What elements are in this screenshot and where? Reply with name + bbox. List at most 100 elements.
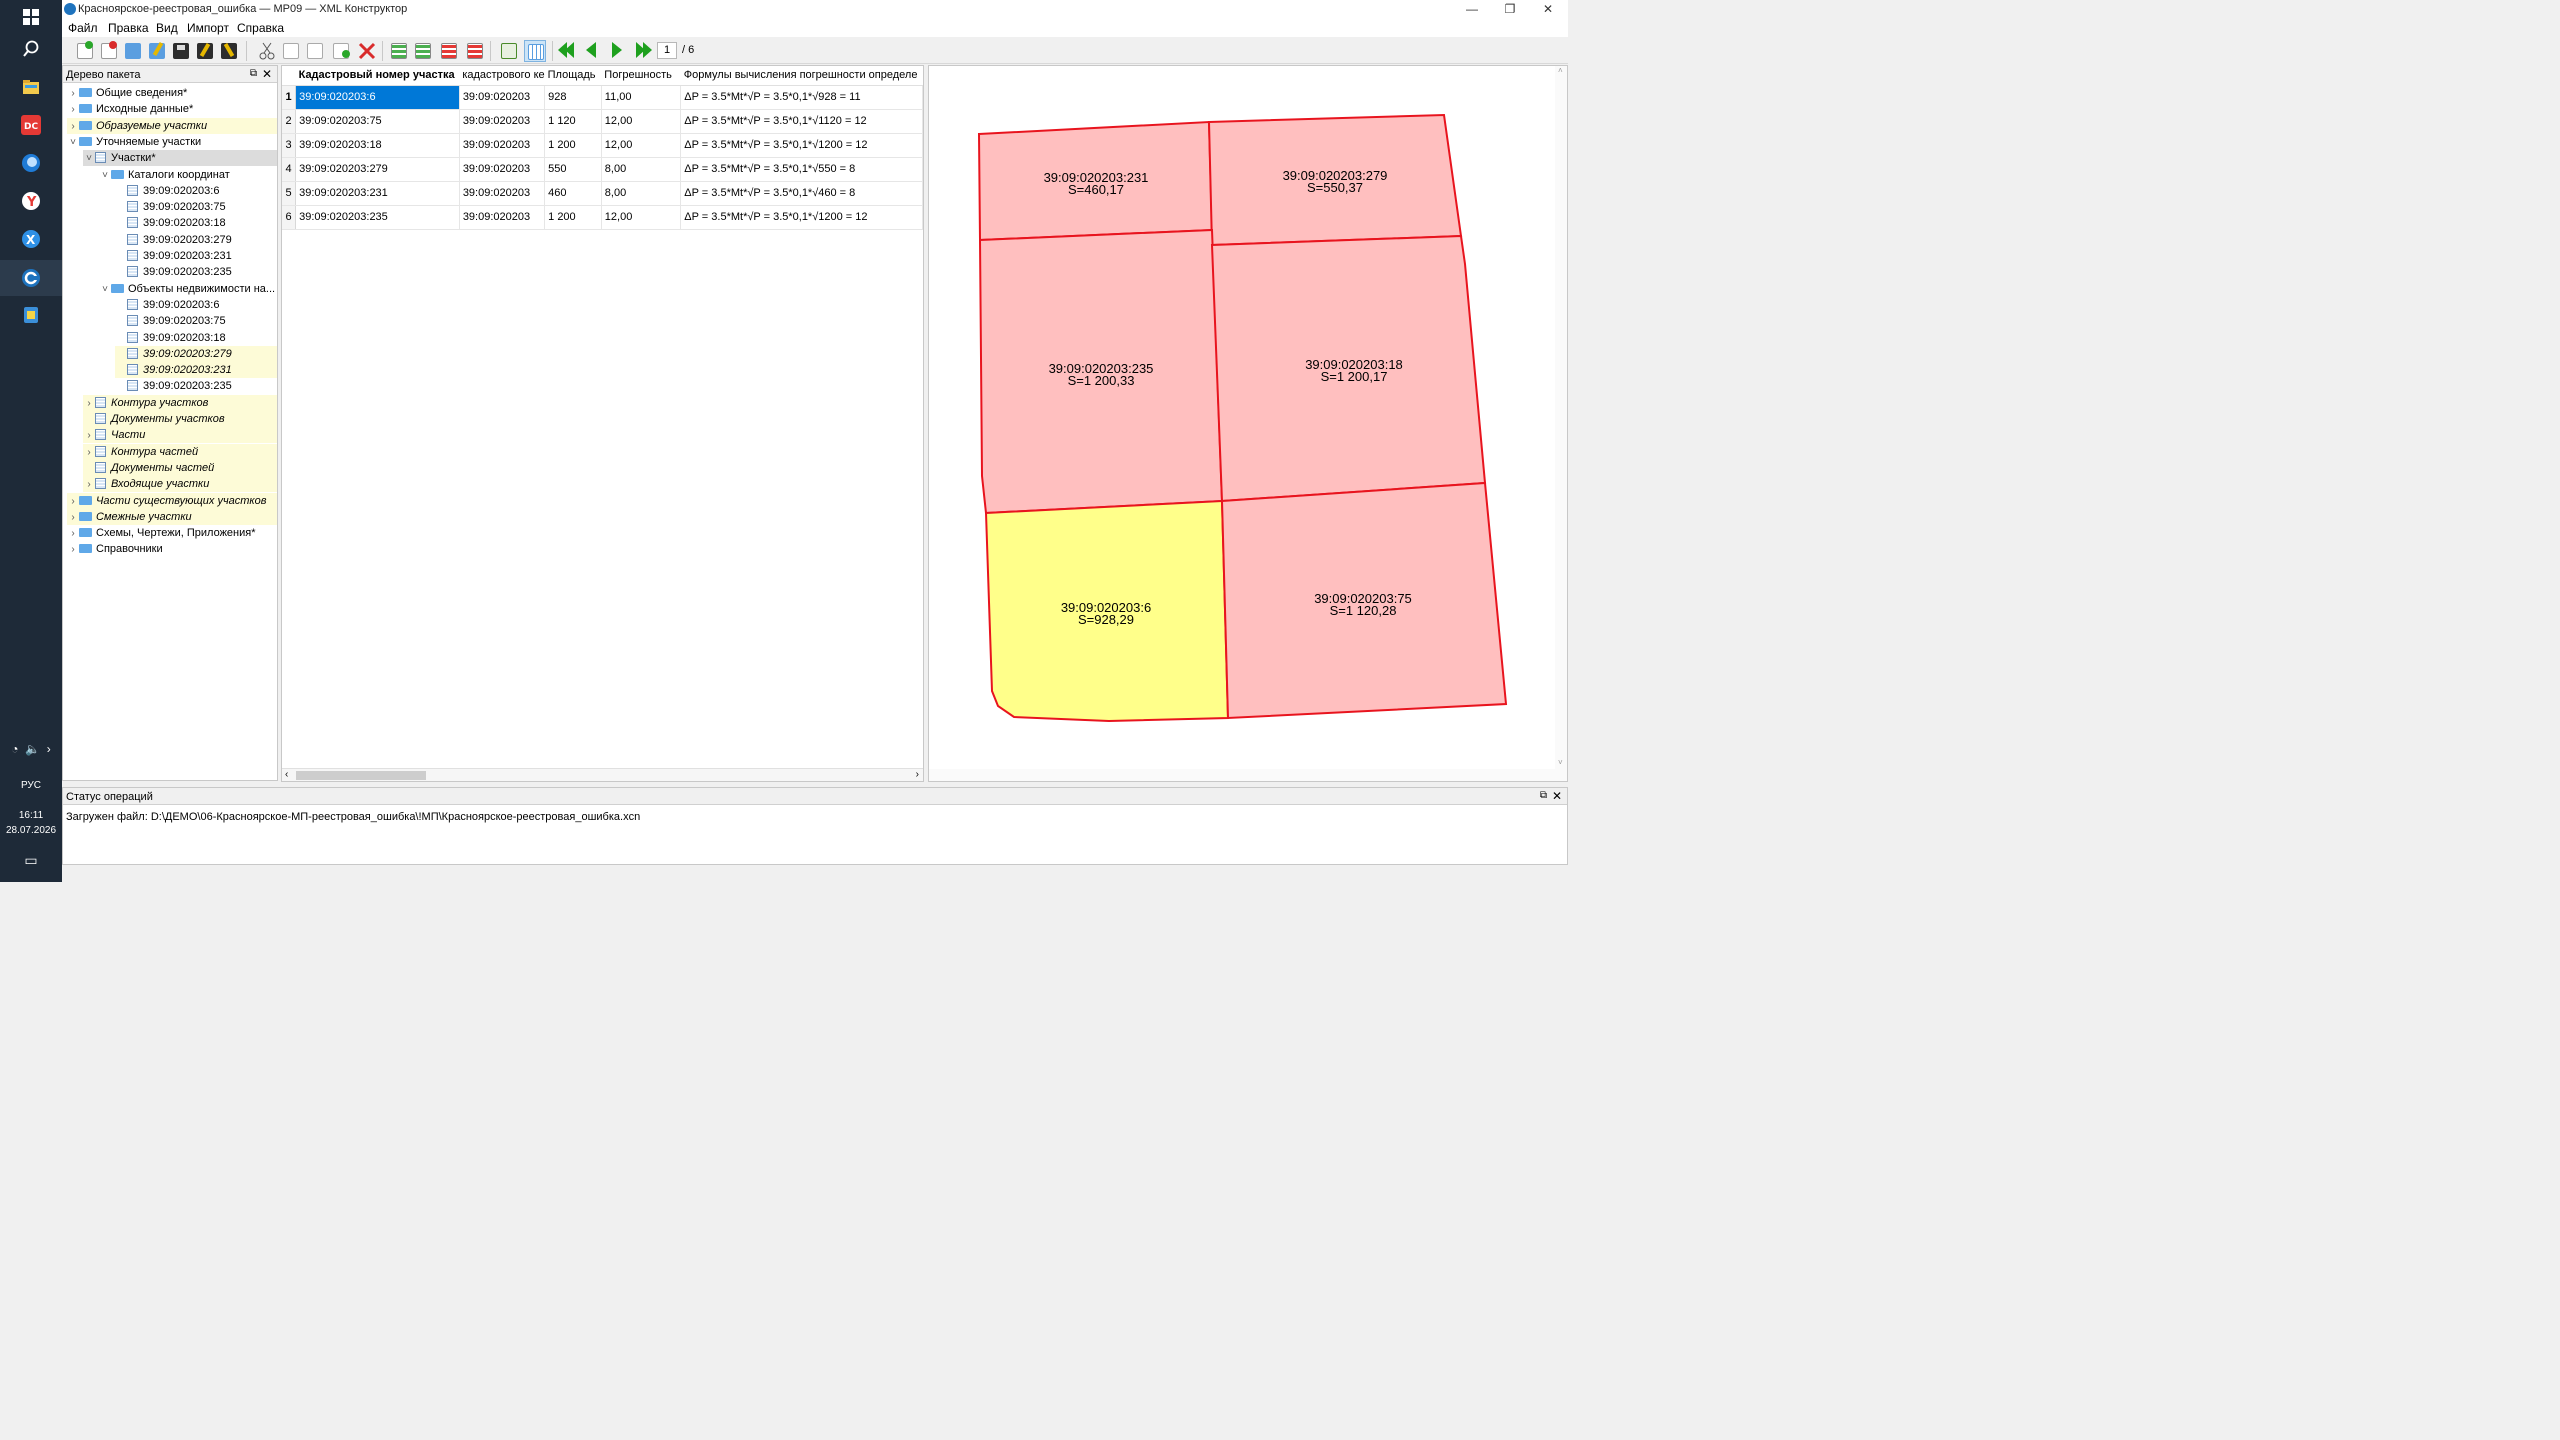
tree-node[interactable]: 39:09:020203:235: [115, 378, 277, 394]
map-parcel[interactable]: 39:09:020203:231S=460,17: [977, 120, 1214, 242]
tree-node[interactable]: Документы участков: [83, 411, 277, 427]
chevron-right-icon[interactable]: ›: [67, 494, 79, 510]
tree-node[interactable]: › Справочники: [67, 541, 277, 557]
tree-node[interactable]: › Исходные данные*: [67, 101, 277, 117]
chevron-down-icon[interactable]: ˅: [99, 168, 111, 184]
table-view-button[interactable]: [524, 40, 546, 62]
scroll-right-icon[interactable]: ›: [916, 769, 919, 780]
notes-app-icon[interactable]: [14, 298, 48, 332]
cell-error[interactable]: 12,00: [601, 205, 682, 230]
cell-error[interactable]: 12,00: [601, 109, 682, 134]
row-number[interactable]: 3: [282, 133, 297, 158]
cell-area[interactable]: 1 200: [544, 133, 602, 158]
tree-node[interactable]: ˅ Уточняемые участки: [67, 134, 277, 150]
chevron-down-icon[interactable]: ˅: [83, 151, 95, 167]
chevron-right-icon[interactable]: ›: [83, 445, 95, 461]
copy-button[interactable]: [280, 40, 302, 62]
tree-node[interactable]: ˅ Объекты недвижимости на...: [99, 281, 277, 297]
windows-start-icon[interactable]: [14, 0, 48, 34]
column-header-formula[interactable]: Формулы вычисления погрешности определе: [680, 66, 923, 86]
chevron-right-icon[interactable]: ›: [67, 526, 79, 542]
cell-error[interactable]: 8,00: [601, 157, 682, 182]
scroll-up-icon[interactable]: ˄: [1558, 66, 1563, 75]
yandex-browser-icon[interactable]: Y: [14, 184, 48, 218]
close-button[interactable]: ✕: [1530, 0, 1566, 19]
tree-node[interactable]: ˅ Каталоги координат: [99, 167, 277, 183]
language-indicator[interactable]: РУС: [0, 780, 62, 791]
cut-button[interactable]: [256, 40, 278, 62]
map-parcel[interactable]: 39:09:020203:75S=1 120,28: [1220, 481, 1508, 720]
table-row[interactable]: 1 39:09:020203:6 39:09:020203 928 11,00 ΔP = …: [282, 85, 923, 110]
cell-area[interactable]: 1 120: [544, 109, 602, 134]
float-panel-icon[interactable]: ⧉: [1540, 790, 1547, 801]
row-number[interactable]: 1: [282, 85, 297, 110]
add-item-button[interactable]: [330, 40, 352, 62]
tree-node[interactable]: › Части существующих участков: [67, 492, 277, 510]
tree-node[interactable]: 39:09:020203:231: [115, 248, 277, 264]
scroll-down-icon[interactable]: ˅: [1558, 758, 1563, 767]
cell-formula[interactable]: ΔP = 3.5*Mt*√P = 3.5*0,1*√550 = 8: [680, 157, 923, 182]
chevron-right-icon[interactable]: ›: [83, 428, 95, 444]
cell-cadastral-number[interactable]: 39:09:020203:279: [295, 157, 460, 182]
tree-node[interactable]: 39:09:020203:235: [115, 264, 277, 280]
new-file-button[interactable]: [74, 40, 96, 62]
menu-file[interactable]: Файл: [68, 21, 98, 35]
xml-constructor-icon[interactable]: [0, 260, 62, 296]
map-parcel[interactable]: 39:09:020203:6S=928,29: [984, 499, 1230, 723]
cell-formula[interactable]: ΔP = 3.5*Mt*√P = 3.5*0,1*√1120 = 12: [680, 109, 923, 134]
add-row-button[interactable]: [412, 40, 434, 62]
close-panel-icon[interactable]: ✕: [262, 67, 272, 81]
tree-node[interactable]: › Образуемые участки: [67, 117, 277, 135]
first-page-icon-part[interactable]: [565, 42, 574, 58]
prev-page-icon[interactable]: [586, 42, 596, 58]
column-header-error[interactable]: Погрешность: [601, 66, 681, 86]
clear-rows-button[interactable]: [464, 40, 486, 62]
file-explorer-icon[interactable]: [14, 70, 48, 104]
chevron-right-icon[interactable]: ›: [67, 510, 79, 526]
parcels-map[interactable]: 39:09:020203:231S=460,1739:09:020203:279…: [929, 66, 1557, 771]
cell-formula[interactable]: ΔP = 3.5*Mt*√P = 3.5*0,1*√1200 = 12: [680, 205, 923, 230]
menu-help[interactable]: Справка: [237, 21, 284, 35]
tree-node[interactable]: 39:09:020203:6: [115, 183, 277, 199]
save-as-button[interactable]: [218, 40, 240, 62]
tree-node[interactable]: 39:09:020203:279: [115, 232, 277, 248]
chevron-right-icon[interactable]: ›: [83, 477, 95, 493]
tree-node[interactable]: Документы частей: [83, 459, 277, 476]
cell-block-number[interactable]: 39:09:020203: [459, 205, 546, 230]
form-view-button[interactable]: [498, 40, 520, 62]
chevron-right-icon[interactable]: ›: [67, 86, 79, 102]
next-page-icon[interactable]: [612, 42, 622, 58]
table-row[interactable]: 2 39:09:020203:75 39:09:020203 1 120 12,00 ΔP…: [282, 109, 923, 134]
menu-view[interactable]: Вид: [156, 21, 178, 35]
chevron-down-icon[interactable]: ˅: [99, 282, 111, 298]
cell-area[interactable]: 460: [544, 181, 602, 206]
tree-node[interactable]: 39:09:020203:75: [115, 199, 277, 215]
cell-block-number[interactable]: 39:09:020203: [459, 109, 546, 134]
menu-edit[interactable]: Правка: [108, 21, 149, 35]
cell-block-number[interactable]: 39:09:020203: [459, 157, 546, 182]
row-number[interactable]: 5: [282, 181, 297, 206]
table-row[interactable]: 5 39:09:020203:231 39:09:020203 460 8,00 ΔP =…: [282, 181, 923, 206]
table-row[interactable]: 3 39:09:020203:18 39:09:020203 1 200 12,00 ΔP…: [282, 133, 923, 158]
thunderbird-icon[interactable]: [14, 146, 48, 180]
table-horizontal-scrollbar[interactable]: ‹ ›: [282, 768, 923, 781]
minimize-button[interactable]: —: [1454, 0, 1490, 19]
tree-node[interactable]: › Схемы, Чертежи, Приложения*: [67, 525, 277, 541]
cell-cadastral-number[interactable]: 39:09:020203:231: [295, 181, 460, 206]
tree-node[interactable]: 39:09:020203:18: [115, 330, 277, 346]
chevron-right-icon[interactable]: ›: [47, 742, 51, 756]
close-panel-icon[interactable]: ✕: [1552, 789, 1562, 803]
pdf-app-icon[interactable]: DC: [14, 108, 48, 142]
tree-node[interactable]: 39:09:020203:6: [115, 297, 277, 313]
map-vertical-scrollbar[interactable]: ˄ ˅: [1555, 66, 1567, 781]
cell-block-number[interactable]: 39:09:020203: [459, 85, 546, 110]
scroll-thumb[interactable]: [296, 771, 426, 780]
chevron-right-icon[interactable]: ›: [67, 119, 79, 135]
table-row[interactable]: 6 39:09:020203:235 39:09:020203 1 200 12,00 Δ…: [282, 205, 923, 230]
cell-area[interactable]: 550: [544, 157, 602, 182]
volume-icon[interactable]: 🔈: [25, 742, 40, 756]
cell-cadastral-number[interactable]: 39:09:020203:18: [295, 133, 460, 158]
map-horizontal-scrollbar[interactable]: [929, 769, 1557, 781]
cell-formula[interactable]: ΔP = 3.5*Mt*√P = 3.5*0,1*√460 = 8: [680, 181, 923, 206]
cell-formula[interactable]: ΔP = 3.5*Mt*√P = 3.5*0,1*√1200 = 12: [680, 133, 923, 158]
